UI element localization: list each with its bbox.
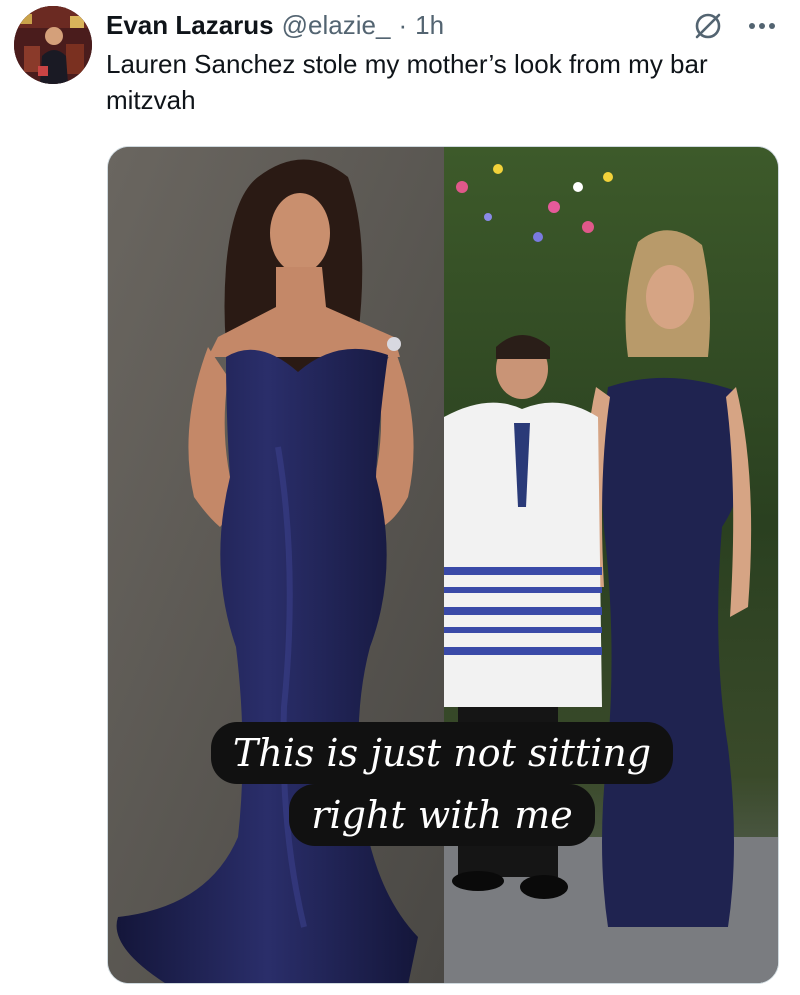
tweet-media[interactable]: This is just not sitting right with me — [107, 146, 779, 984]
display-name[interactable]: Evan Lazarus — [106, 8, 274, 42]
separator-dot: · — [398, 10, 408, 40]
timestamp[interactable]: 1h — [415, 8, 444, 42]
left-photo — [108, 147, 444, 983]
photo-collage — [108, 147, 778, 983]
avatar[interactable] — [14, 6, 92, 84]
tweet[interactable]: Evan Lazarus @elazie_ · 1h Lauren Sanche… — [0, 0, 800, 995]
more-options-icon[interactable] — [742, 10, 782, 42]
tweet-text: Lauren Sanchez stole my mother’s look fr… — [106, 49, 708, 115]
caption-line-2: right with me — [289, 784, 595, 846]
image-caption: This is just not sitting right with me — [162, 722, 722, 846]
grok-icon[interactable] — [692, 10, 724, 42]
user-handle[interactable]: @elazie_ — [282, 8, 391, 42]
right-photo — [444, 147, 778, 983]
tweet-header: Evan Lazarus @elazie_ · 1h — [106, 8, 444, 42]
caption-line-1: This is just not sitting — [210, 722, 674, 784]
avatar-image — [14, 6, 92, 84]
